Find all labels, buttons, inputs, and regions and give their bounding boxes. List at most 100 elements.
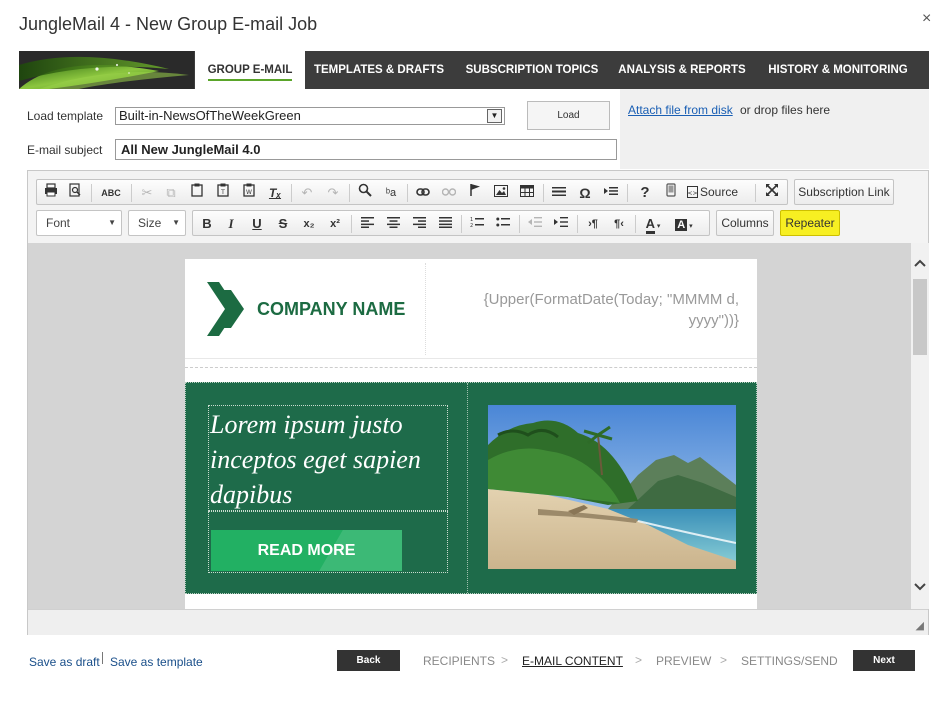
underline-icon[interactable]: U <box>247 214 267 234</box>
rtl-direction-icon[interactable]: ¶‹ <box>609 214 629 234</box>
next-button[interactable]: Next <box>853 650 915 671</box>
resize-grip-icon[interactable]: ◢ <box>916 619 924 632</box>
header-column-divider <box>425 263 426 355</box>
step-preview[interactable]: PREVIEW <box>656 654 711 668</box>
company-name: COMPANY NAME <box>257 299 406 319</box>
hero-heading[interactable]: Lorem ipsum justo inceptos eget sapien d… <box>210 407 446 512</box>
save-as-draft-link[interactable]: Save as draft <box>29 655 100 669</box>
back-button[interactable]: Back <box>337 650 400 671</box>
ltr-direction-icon[interactable]: ›¶ <box>583 214 603 234</box>
toolbar-separator <box>351 215 352 233</box>
close-icon[interactable]: × <box>922 10 931 28</box>
load-button[interactable]: Load <box>527 101 610 130</box>
svg-text:<>: <> <box>687 190 697 197</box>
size-combo[interactable]: Size ▼ <box>128 210 186 236</box>
spellcheck-icon[interactable]: ABC <box>97 183 125 203</box>
scroll-up-icon[interactable] <box>913 257 927 271</box>
text-color-icon[interactable]: A ▾ <box>641 214 665 234</box>
print-icon[interactable] <box>41 183 61 203</box>
email-subject-label: E-mail subject <box>27 143 103 157</box>
attachment-drop-zone[interactable]: Attach file from disk or drop files here <box>620 89 929 169</box>
anchor-flag-icon[interactable] <box>465 183 485 203</box>
outdent-icon[interactable] <box>525 214 545 234</box>
paste-word-icon[interactable]: W <box>239 183 259 203</box>
toolbar-separator <box>577 215 578 233</box>
wizard-footer: Save as draft Save as template Back RECI… <box>0 640 950 680</box>
link-separator <box>102 652 103 664</box>
template-select[interactable]: Built-in-NewsOfTheWeekGreen ▼ <box>115 107 505 125</box>
cut-icon[interactable]: ✂ <box>137 183 157 203</box>
superscript-icon[interactable]: x² <box>325 214 345 234</box>
chevron-down-icon[interactable]: ▼ <box>487 109 502 123</box>
leaf-logo-graphic <box>19 51 194 89</box>
indent-icon[interactable] <box>551 214 571 234</box>
email-header: COMPANY NAME {Upper(FormatDate(Today; "M… <box>185 259 757 359</box>
scroll-down-icon[interactable] <box>913 581 927 595</box>
paste-icon[interactable] <box>187 183 207 203</box>
email-subject-input[interactable]: All New JungleMail 4.0 <box>115 139 617 160</box>
bulleted-list-icon[interactable] <box>493 214 513 234</box>
image-icon[interactable] <box>491 183 511 203</box>
editor-scrollbar[interactable] <box>911 243 929 609</box>
columns-button[interactable]: Columns <box>716 210 774 236</box>
unlink-icon[interactable] <box>439 183 459 203</box>
italic-icon[interactable]: I <box>221 214 241 234</box>
link-icon[interactable] <box>413 183 433 203</box>
toolbar-separator <box>635 215 636 233</box>
date-merge-field[interactable]: {Upper(FormatDate(Today; "MMMM d, yyyy")… <box>443 289 739 331</box>
read-more-label: READ MORE <box>257 542 356 559</box>
align-center-icon[interactable] <box>383 214 403 234</box>
paste-text-icon[interactable]: T <box>213 183 233 203</box>
subscription-link-button[interactable]: Subscription Link <box>794 179 894 205</box>
preview-icon[interactable] <box>65 183 85 203</box>
tab-group-email[interactable]: GROUP E-MAIL <box>195 51 305 89</box>
strikethrough-icon[interactable]: S <box>273 214 293 234</box>
beach-photo[interactable] <box>488 405 736 569</box>
chevron-down-icon: ▼ <box>108 218 116 227</box>
svg-text:W: W <box>246 189 252 196</box>
align-right-icon[interactable] <box>409 214 429 234</box>
justify-icon[interactable] <box>435 214 455 234</box>
source-button[interactable]: <> Source <box>687 180 743 204</box>
toolbar-group-main: ABC ✂ ⧉ T W Tₓ ↶ ↷ ᵇa Ω ? <> Source <box>36 179 788 205</box>
toolbar-separator <box>627 184 628 202</box>
step-recipients[interactable]: RECIPIENTS <box>423 654 495 668</box>
main-tab-bar: GROUP E-MAIL TEMPLATES & DRAFTS SUBSCRIP… <box>19 51 929 89</box>
align-left-icon[interactable] <box>357 214 377 234</box>
scrollbar-thumb[interactable] <box>913 279 927 355</box>
bg-color-glyph: A <box>675 219 688 231</box>
attach-file-link[interactable]: Attach file from disk <box>628 103 733 117</box>
save-as-template-link[interactable]: Save as template <box>110 655 203 669</box>
toolbar-separator <box>291 184 292 202</box>
replace-icon[interactable]: ᵇa <box>381 183 401 203</box>
redo-icon[interactable]: ↷ <box>323 183 343 203</box>
step-email-content[interactable]: E-MAIL CONTENT <box>522 654 623 668</box>
horizontal-rule-icon[interactable] <box>549 183 569 203</box>
tab-templates-drafts[interactable]: TEMPLATES & DRAFTS <box>309 51 449 89</box>
remove-format-icon[interactable]: Tₓ <box>265 183 285 203</box>
bg-color-icon[interactable]: A ▾ <box>671 214 697 234</box>
undo-icon[interactable]: ↶ <box>297 183 317 203</box>
font-combo[interactable]: Font ▼ <box>36 210 122 236</box>
copy-icon[interactable]: ⧉ <box>161 183 181 203</box>
tab-subscription-topics[interactable]: SUBSCRIPTION TOPICS <box>459 51 605 89</box>
editor-content-area[interactable]: COMPANY NAME {Upper(FormatDate(Today; "M… <box>28 243 911 609</box>
tab-history-monitoring[interactable]: HISTORY & MONITORING <box>761 51 915 89</box>
help-icon[interactable]: ? <box>635 183 655 203</box>
numbered-list-icon[interactable]: 12 <box>467 214 487 234</box>
read-more-button[interactable]: READ MORE <box>211 530 402 571</box>
special-char-icon[interactable]: Ω <box>575 183 595 203</box>
tab-analysis-reports[interactable]: ANALYSIS & REPORTS <box>613 51 751 89</box>
table-icon[interactable] <box>517 183 537 203</box>
rich-text-editor: ABC ✂ ⧉ T W Tₓ ↶ ↷ ᵇa Ω ? <> Source Subs… <box>27 170 929 635</box>
subscript-icon[interactable]: x₂ <box>299 214 319 234</box>
repeater-button[interactable]: Repeater <box>780 210 840 236</box>
find-icon[interactable] <box>355 183 375 203</box>
step-settings-send[interactable]: SETTINGS/SEND <box>741 654 838 668</box>
mobile-preview-icon[interactable] <box>661 183 681 203</box>
window-title: JungleMail 4 - New Group E-mail Job <box>19 14 318 34</box>
maximize-icon[interactable] <box>762 183 782 203</box>
bold-icon[interactable]: B <box>197 214 217 234</box>
page-break-icon[interactable] <box>601 183 621 203</box>
size-combo-label: Size <box>138 216 162 230</box>
